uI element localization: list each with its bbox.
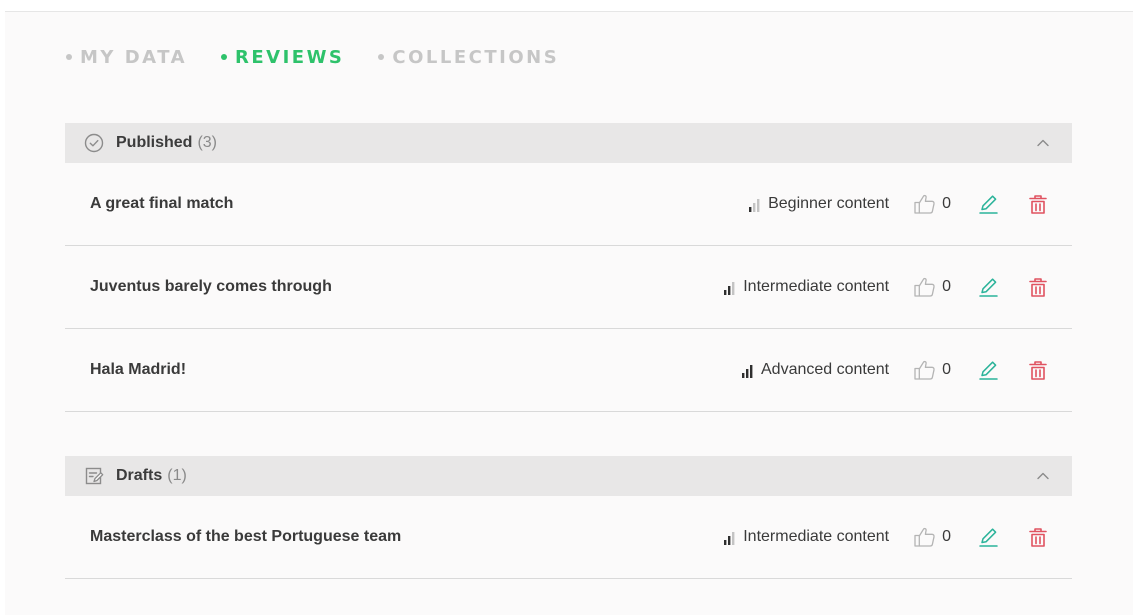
review-meta: Intermediate content 0 bbox=[724, 526, 1049, 548]
tab-collections[interactable]: COLLECTIONS bbox=[378, 47, 559, 68]
trash-icon bbox=[1029, 278, 1047, 297]
pencil-icon bbox=[979, 278, 998, 297]
tab-label: MY DATA bbox=[80, 46, 187, 68]
trash-icon bbox=[1029, 361, 1047, 380]
section-count: (1) bbox=[167, 467, 187, 484]
draft-edit-icon bbox=[84, 466, 104, 486]
difficulty-label: Advanced content bbox=[761, 361, 890, 378]
review-row[interactable]: A great final match Beginner content 0 bbox=[65, 163, 1072, 246]
thumbs-up-icon bbox=[914, 194, 935, 214]
signal-bars-icon bbox=[749, 199, 760, 212]
like-button[interactable]: 0 bbox=[913, 193, 951, 215]
like-button[interactable]: 0 bbox=[913, 526, 951, 548]
chevron-up-icon[interactable] bbox=[1036, 469, 1050, 488]
tab-bullet bbox=[378, 54, 385, 60]
review-row[interactable]: Masterclass of the best Portuguese team I… bbox=[65, 496, 1072, 579]
difficulty-level: Intermediate content bbox=[724, 528, 889, 546]
section-title: Published bbox=[116, 134, 193, 151]
review-title[interactable]: A great final match bbox=[90, 195, 233, 213]
delete-button[interactable] bbox=[1027, 526, 1049, 548]
edit-button[interactable] bbox=[977, 276, 999, 298]
tab-label: COLLECTIONS bbox=[392, 46, 560, 68]
thumbs-up-icon bbox=[914, 277, 935, 297]
edit-button[interactable] bbox=[977, 193, 999, 215]
section-count: (3) bbox=[197, 134, 218, 151]
difficulty-level: Advanced content bbox=[742, 361, 889, 379]
like-button[interactable]: 0 bbox=[913, 276, 951, 298]
delete-button[interactable] bbox=[1027, 359, 1049, 381]
review-meta: Advanced content 0 bbox=[742, 359, 1049, 381]
like-count: 0 bbox=[942, 278, 951, 295]
review-row[interactable]: Hala Madrid! Advanced content 0 bbox=[65, 329, 1072, 412]
tab-bullet bbox=[66, 54, 72, 60]
edit-button[interactable] bbox=[977, 526, 999, 548]
review-title[interactable]: Hala Madrid! bbox=[90, 361, 186, 379]
trash-icon bbox=[1029, 195, 1047, 214]
tab-my-data[interactable]: MY DATA bbox=[66, 47, 187, 68]
signal-bars-icon bbox=[742, 365, 753, 378]
published-header[interactable]: Published (3) bbox=[65, 123, 1072, 163]
pencil-icon bbox=[979, 361, 998, 380]
difficulty-level: Beginner content bbox=[749, 195, 889, 213]
pencil-icon bbox=[979, 195, 998, 214]
like-count: 0 bbox=[942, 361, 951, 378]
difficulty-level: Intermediate content bbox=[724, 278, 889, 296]
like-count: 0 bbox=[942, 195, 951, 212]
signal-bars-icon bbox=[724, 532, 735, 545]
tab-bullet bbox=[221, 54, 227, 60]
signal-bars-icon bbox=[724, 282, 735, 295]
thumbs-up-icon bbox=[914, 527, 935, 547]
difficulty-label: Beginner content bbox=[768, 195, 890, 212]
trash-icon bbox=[1029, 528, 1047, 547]
review-meta: Intermediate content 0 bbox=[724, 276, 1049, 298]
delete-button[interactable] bbox=[1027, 193, 1049, 215]
published-section: Published (3) A great final match Beginne… bbox=[65, 123, 1072, 412]
tab-label: REVIEWS bbox=[235, 46, 345, 68]
like-count: 0 bbox=[942, 528, 951, 545]
edit-button[interactable] bbox=[977, 359, 999, 381]
like-button[interactable]: 0 bbox=[913, 359, 951, 381]
difficulty-label: Intermediate content bbox=[743, 278, 890, 295]
thumbs-up-icon bbox=[914, 360, 935, 380]
tab-reviews[interactable]: REVIEWS bbox=[221, 47, 344, 68]
chevron-up-icon[interactable] bbox=[1036, 136, 1050, 155]
section-title: Drafts bbox=[116, 467, 163, 484]
drafts-section: Drafts (1) Masterclass of the best Portu… bbox=[65, 456, 1072, 579]
review-row[interactable]: Juventus barely comes through Intermediat… bbox=[65, 246, 1072, 329]
pencil-icon bbox=[979, 528, 998, 547]
profile-tabs: MY DATA REVIEWS COLLECTIONS bbox=[66, 45, 559, 69]
review-title[interactable]: Juventus barely comes through bbox=[90, 278, 332, 296]
drafts-header[interactable]: Drafts (1) bbox=[65, 456, 1072, 496]
difficulty-label: Intermediate content bbox=[743, 528, 890, 545]
review-meta: Beginner content 0 bbox=[749, 193, 1049, 215]
check-circle-icon bbox=[84, 133, 104, 153]
delete-button[interactable] bbox=[1027, 276, 1049, 298]
review-title[interactable]: Masterclass of the best Portuguese team bbox=[90, 528, 401, 546]
